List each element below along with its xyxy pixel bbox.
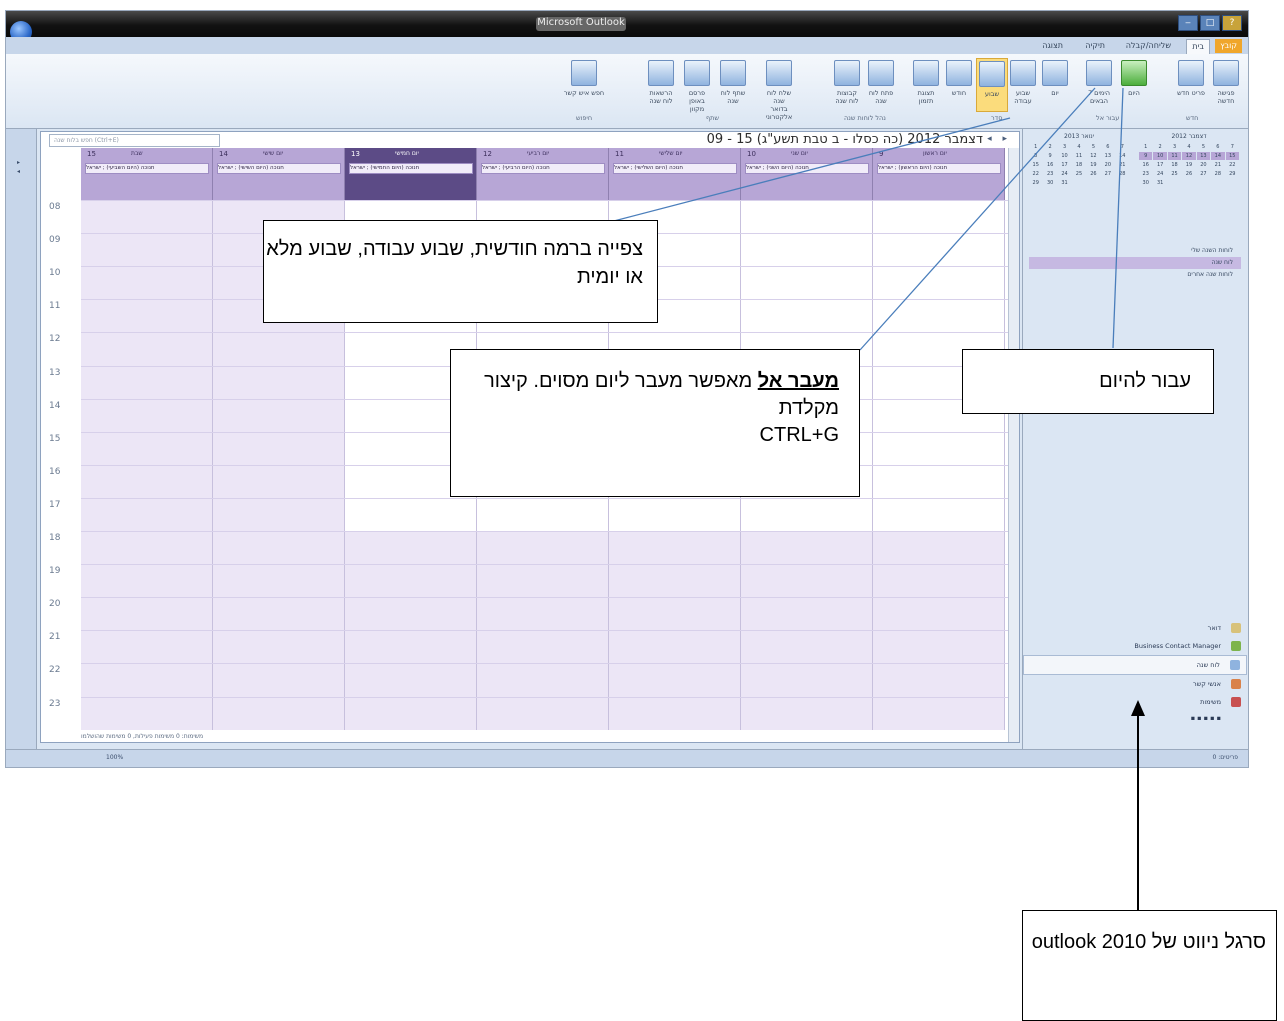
callout-arrows <box>609 87 1145 910</box>
goto-callout-line <box>859 87 1096 351</box>
today-callout-text: עבור להיום <box>1099 370 1191 392</box>
goto-callout-shortcut: CTRL+G <box>759 424 839 446</box>
navbar-callout-text: סרגל ניווט של outlook 2010 <box>1031 931 1266 953</box>
view-callout: צפייה ברמה חודשית, שבוע עבודה, שבוע מלא … <box>263 220 658 323</box>
view-callout-line <box>609 117 1011 223</box>
today-callout: עבור להיום <box>962 349 1214 414</box>
today-callout-line <box>1112 87 1124 349</box>
navbar-callout-arrowhead <box>1131 700 1145 716</box>
view-callout-text: צפייה ברמה חודשית, שבוע עבודה, שבוע מלא … <box>266 238 643 288</box>
navbar-callout: סרגל ניווט של outlook 2010 <box>1022 910 1277 1021</box>
goto-callout-bold: מעבר אל <box>757 370 839 392</box>
goto-callout: מעבר אל מאפשר מעבר ליום מסוים. קיצור מקל… <box>450 349 860 497</box>
